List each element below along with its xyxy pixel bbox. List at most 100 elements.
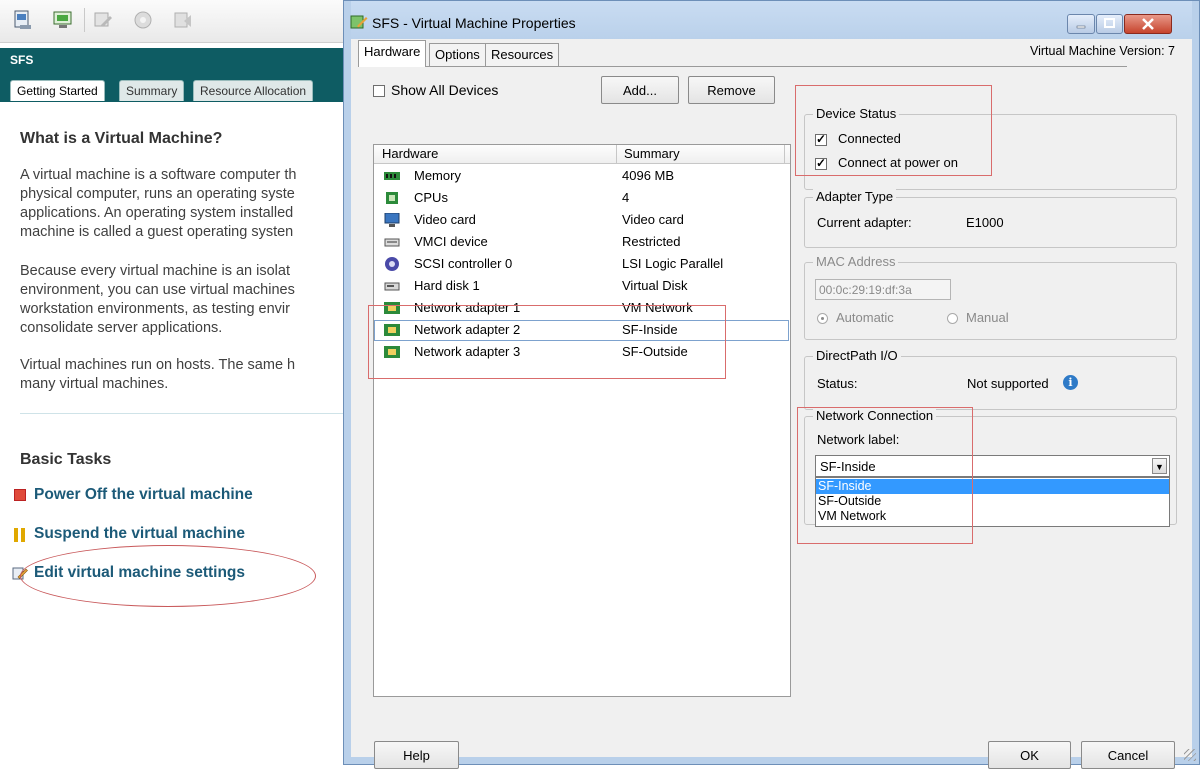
network-connection-highlight <box>797 407 973 544</box>
hardware-name: VMCI device <box>414 234 488 249</box>
hardware-summary: Video card <box>622 212 684 227</box>
mac-address-title: MAC Address <box>813 254 899 269</box>
tab-options[interactable]: Options <box>429 43 486 66</box>
tab-resource-allocation[interactable]: Resource Allocation <box>193 80 314 101</box>
open-console-icon[interactable] <box>52 9 74 31</box>
hardware-row-hard-disk[interactable]: Hard disk 1 Virtual Disk <box>374 276 790 297</box>
directpath-status-value: Not supported <box>967 376 1049 391</box>
adapter-type-group: Adapter Type Current adapter: E1000 <box>804 189 1177 248</box>
vm-tab-strip: Getting Started Summary Resource Allocat… <box>0 72 345 102</box>
show-all-devices-label: Show All Devices <box>391 82 499 98</box>
column-separator <box>616 145 617 163</box>
remove-button[interactable]: Remove <box>688 76 775 104</box>
task-label: Suspend the virtual machine <box>34 525 246 542</box>
paragraph-line: machine is called a guest operating syst… <box>20 224 294 240</box>
show-all-devices-checkbox[interactable] <box>373 85 385 97</box>
tab-getting-started[interactable]: Getting Started <box>10 80 105 101</box>
manual-radio[interactable] <box>947 313 958 324</box>
scsi-controller-icon <box>385 257 399 271</box>
console-icon[interactable] <box>12 9 34 31</box>
vm-properties-dialog: SFS - Virtual Machine Properties Hardwar… <box>343 0 1200 769</box>
maximize-button[interactable] <box>1096 14 1123 34</box>
hardware-row-vmci[interactable]: VMCI device Restricted <box>374 232 790 253</box>
hardware-list-header: Hardware Summary <box>374 145 790 164</box>
dialog-body: Hardware Options Resources Virtual Machi… <box>351 39 1192 769</box>
hardware-summary: Restricted <box>622 234 681 249</box>
current-adapter-label: Current adapter: <box>817 215 912 230</box>
task-label: Power Off the virtual machine <box>34 486 253 503</box>
mac-address-group: MAC Address 00:0c:29:19:df:3a Automatic … <box>804 254 1177 340</box>
divider <box>20 413 345 414</box>
dialog-frame-left <box>344 1 351 764</box>
vm-title-bar: SFS <box>0 48 345 72</box>
migrate-icon[interactable] <box>172 9 194 31</box>
hardware-row-cpus[interactable]: CPUs 4 <box>374 188 790 209</box>
hard-disk-icon <box>384 282 400 291</box>
snapshot-icon[interactable] <box>132 9 154 31</box>
getting-started-content: What is a Virtual Machine? <box>20 130 350 148</box>
close-button[interactable] <box>1124 14 1172 34</box>
cpu-icon <box>386 192 398 204</box>
dialog-title: SFS - Virtual Machine Properties <box>372 15 576 31</box>
automatic-radio[interactable] <box>817 313 828 324</box>
close-icon <box>1142 18 1154 30</box>
hardware-name: CPUs <box>414 190 448 205</box>
hardware-panel: Show All Devices Add... Remove Hardware … <box>358 66 1177 769</box>
minimize-icon <box>1076 25 1086 29</box>
adapter-type-title: Adapter Type <box>813 189 897 204</box>
resize-grip[interactable] <box>1184 749 1196 761</box>
column-hardware[interactable]: Hardware <box>382 146 438 161</box>
device-status-highlight <box>795 85 992 176</box>
directpath-status-label: Status: <box>817 376 858 391</box>
column-summary[interactable]: Summary <box>624 146 680 161</box>
memory-icon <box>384 172 400 180</box>
suspend-link[interactable]: Suspend the virtual machine <box>14 525 246 543</box>
power-off-link[interactable]: Power Off the virtual machine <box>14 486 253 504</box>
tab-hardware[interactable]: Hardware <box>358 40 427 67</box>
hardware-row-scsi[interactable]: SCSI controller 0 LSI Logic Parallel <box>374 254 790 275</box>
column-separator <box>784 145 785 163</box>
power-off-icon <box>14 489 26 501</box>
info-icon[interactable]: i <box>1063 375 1078 390</box>
minimize-button[interactable] <box>1067 14 1095 34</box>
video-card-icon <box>384 213 400 227</box>
paragraph-line: applications. An operating system instal… <box>20 205 294 221</box>
paragraph-line: many virtual machines. <box>20 376 169 392</box>
current-adapter-value: E1000 <box>966 215 1004 230</box>
paragraph-line: environment, you can use virtual machine… <box>20 282 295 298</box>
paragraph-line: Because every virtual machine is an isol… <box>20 263 290 279</box>
manual-label: Manual <box>966 310 1009 325</box>
add-button[interactable]: Add... <box>601 76 679 104</box>
hardware-row-video-card[interactable]: Video card Video card <box>374 210 790 231</box>
highlight-ellipse <box>20 545 316 607</box>
suspend-icon <box>14 528 26 542</box>
hardware-name: Memory <box>414 168 461 183</box>
hardware-row-memory[interactable]: Memory 4096 MB <box>374 166 790 187</box>
paragraph-line: Virtual machines run on hosts. The same … <box>20 357 296 373</box>
basic-tasks-heading: Basic Tasks <box>20 451 112 468</box>
chevron-down-icon[interactable]: ▼ <box>1152 458 1167 474</box>
dialog-frame-right <box>1192 1 1199 764</box>
maximize-icon <box>1104 18 1115 28</box>
edit-settings-icon[interactable] <box>92 9 114 31</box>
tab-summary[interactable]: Summary <box>119 80 185 101</box>
vm-name: SFS <box>10 53 34 67</box>
tab-resources[interactable]: Resources <box>485 43 560 66</box>
automatic-label: Automatic <box>836 310 894 325</box>
paragraph-line: workstation environments, as testing env… <box>20 301 290 317</box>
hardware-name: Hard disk 1 <box>414 278 480 293</box>
page-heading: What is a Virtual Machine? <box>20 130 223 147</box>
hardware-list: Hardware Summary Memory 4096 MB CPUs 4 V… <box>373 144 791 697</box>
hardware-name: SCSI controller 0 <box>414 256 513 271</box>
hardware-summary: LSI Logic Parallel <box>622 256 724 271</box>
main-toolbar <box>0 0 345 43</box>
hardware-summary: Virtual Disk <box>622 278 688 293</box>
isolation-paragraph: Because every virtual machine is an isol… <box>20 262 350 338</box>
hardware-summary: 4096 MB <box>622 168 675 183</box>
paragraph-line: A virtual machine is a software computer… <box>20 167 297 183</box>
directpath-title: DirectPath I/O <box>813 348 901 363</box>
vm-version: Virtual Machine Version: 7 <box>1030 44 1175 58</box>
vm-properties-icon <box>350 15 368 29</box>
hardware-summary: 4 <box>622 190 630 205</box>
mac-address-field[interactable]: 00:0c:29:19:df:3a <box>815 279 951 300</box>
